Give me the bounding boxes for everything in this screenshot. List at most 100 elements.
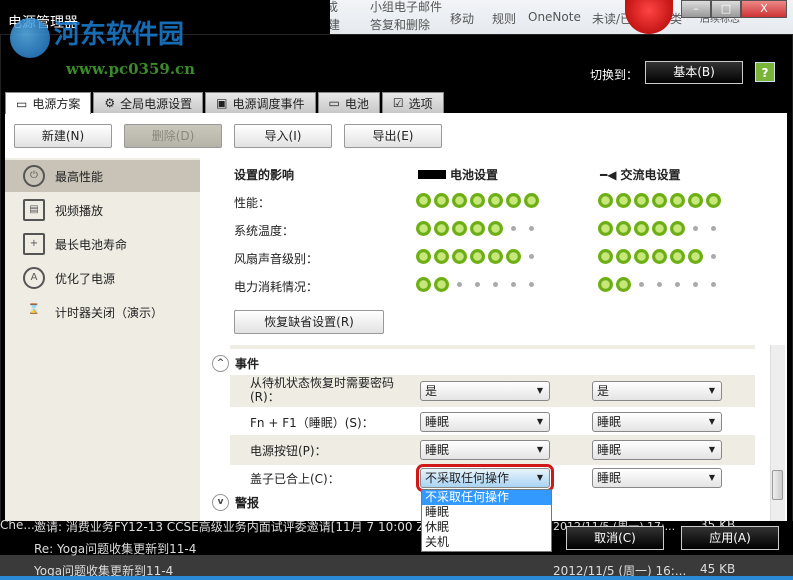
collapse-icon: ^ — [212, 355, 229, 372]
level-dot-empty — [506, 221, 521, 236]
battery-select[interactable]: 睡眠 ▼ — [420, 440, 550, 460]
battery-level-indicator — [416, 221, 539, 236]
battery-level-indicator — [416, 193, 539, 208]
impact-row-label: 电力消耗情况： — [234, 280, 319, 294]
chevron-down-icon: ▼ — [708, 386, 715, 395]
event-label: 电源按钮(P)： — [250, 444, 327, 458]
ac-select[interactable]: 是 ▼ — [592, 381, 722, 401]
level-dot-filled — [434, 277, 449, 292]
dropdown-option[interactable]: 休眠 — [422, 520, 551, 535]
plan-label: 优化了电源 — [55, 271, 116, 286]
chevron-down-icon: ▼ — [536, 386, 543, 395]
import-button[interactable]: 导入(I) — [234, 124, 332, 148]
level-dot-filled — [488, 249, 503, 264]
plan-label: 视频播放 — [55, 203, 104, 218]
close-button[interactable]: X — [741, 0, 787, 18]
minimize-button[interactable]: – — [681, 0, 711, 18]
tab-options[interactable]: ☑ 选项 — [381, 92, 444, 113]
plan-item-battery-life[interactable]: + 最长电池寿命 — [5, 228, 200, 260]
switch-basic-button[interactable]: 基本(B) — [645, 61, 743, 84]
level-dot-filled — [416, 193, 431, 208]
battery-select-lid[interactable]: 不采取任何操作 ▼ — [416, 464, 554, 492]
delete-button[interactable]: 删除(D) — [124, 124, 222, 148]
plan-item-video[interactable]: ▤ 视频播放 — [5, 194, 200, 226]
battery-level-indicator — [416, 249, 539, 264]
heading-text: 交流电设置 — [620, 168, 681, 182]
ac-level-indicator — [598, 277, 721, 292]
taskbar-edge — [0, 576, 793, 580]
events-header[interactable]: ^ 事件 — [212, 355, 259, 372]
power-icon: ⏻ — [23, 165, 45, 187]
chevron-down-icon: ▼ — [536, 473, 543, 482]
settings-impact: 设置的影响 电池设置 ━◀ 交流电设置 性能： 系统温度： 风扇声音级别： 电力消耗情况… — [200, 158, 770, 343]
level-dot-empty — [688, 221, 703, 236]
level-dot-filled — [688, 249, 703, 264]
battery-level-indicator — [416, 277, 539, 292]
level-dot-empty — [634, 277, 649, 292]
level-dot-filled — [688, 193, 703, 208]
dropdown-option[interactable]: 关机 — [422, 535, 551, 550]
chevron-down-icon: ▼ — [708, 445, 715, 454]
tab-global-settings[interactable]: ⚙ 全局电源设置 — [93, 92, 204, 113]
level-dot-empty — [670, 277, 685, 292]
export-button[interactable]: 导出(E) — [344, 124, 442, 148]
level-dot-filled — [470, 249, 485, 264]
level-dot-filled — [524, 193, 539, 208]
plan-item-max-performance[interactable]: ⏻ 最高性能 — [5, 160, 200, 192]
help-icon[interactable]: ? — [755, 62, 775, 82]
scrollbar-thumb[interactable] — [772, 470, 783, 500]
dropdown-option[interactable]: 睡眠 — [422, 505, 551, 520]
level-dot-filled — [616, 221, 631, 236]
ribbon-item: 答复和删除 — [370, 18, 431, 32]
battery-icon: ▭ — [328, 96, 340, 110]
tab-label: 电源方案 — [32, 97, 81, 111]
level-dot-filled — [452, 193, 467, 208]
apply-button[interactable]: 应用(A) — [681, 526, 779, 550]
window-controls: – □ X — [681, 0, 787, 18]
level-dot-filled — [416, 221, 431, 236]
plan-item-optimized[interactable]: A 优化了电源 — [5, 262, 200, 294]
ribbon-item: 小组电子邮件 — [370, 0, 443, 14]
ac-select[interactable]: 睡眠 ▼ — [592, 440, 722, 460]
level-dot-filled — [616, 249, 631, 264]
level-dot-empty — [706, 249, 721, 264]
tab-label: 电源调度事件 — [232, 96, 305, 111]
level-dot-filled — [598, 249, 613, 264]
battery-plus-icon: + — [23, 233, 45, 255]
tab-battery[interactable]: ▭ 电池 — [317, 92, 380, 113]
dropdown-option[interactable]: 不采取任何操作 — [422, 490, 551, 505]
level-dot-filled — [670, 249, 685, 264]
restore-defaults-button[interactable]: 恢复缺省设置(R) — [234, 310, 384, 334]
level-dot-empty — [652, 277, 667, 292]
battery-select[interactable]: 睡眠 ▼ — [420, 412, 550, 432]
ac-select[interactable]: 睡眠 ▼ — [592, 412, 722, 432]
plug-icon: ━◀ — [600, 168, 617, 182]
plan-item-timer-off[interactable]: ⌛ 计时器关闭（演示） — [5, 296, 200, 328]
tab-bar: ▭ 电源方案 ⚙ 全局电源设置 ▣ 电源调度事件 ▭ 电池 ☑ 选项 — [5, 92, 444, 114]
level-dot-filled — [452, 249, 467, 264]
tab-power-plans[interactable]: ▭ 电源方案 — [5, 92, 92, 114]
event-row: Fn + F1（睡眠）(S)： 睡眠 ▼ 睡眠 ▼ — [230, 407, 755, 437]
plan-list: ⏻ 最高性能 ▤ 视频播放 + 最长电池寿命 A 优化了电源 ⌛ 计时器关闭（演示） — [5, 158, 200, 521]
event-label: 从待机状态恢复时需要密码 (R)： — [250, 376, 395, 404]
level-dot-filled — [634, 221, 649, 236]
expand-icon: v — [212, 494, 229, 511]
level-dot-filled — [470, 193, 485, 208]
cancel-button[interactable]: 取消(C) — [566, 526, 664, 550]
level-dot-filled — [670, 221, 685, 236]
gear-icon: ⚙ — [104, 96, 116, 110]
battery-select[interactable]: 是 ▼ — [420, 381, 550, 401]
tab-schedule-events[interactable]: ▣ 电源调度事件 — [205, 92, 316, 113]
heading-text: 电池设置 — [450, 168, 499, 182]
impact-row-label: 系统温度： — [234, 224, 295, 238]
maximize-button[interactable]: □ — [711, 0, 741, 18]
plan-label: 计时器关闭（演示） — [55, 305, 164, 320]
level-dot-empty — [470, 277, 485, 292]
level-dot-empty — [688, 277, 703, 292]
alerts-header[interactable]: v 警报 — [212, 494, 259, 511]
new-button[interactable]: 新建(N) — [14, 124, 112, 148]
level-dot-filled — [470, 221, 485, 236]
ac-level-indicator — [598, 193, 721, 208]
prior-row — [230, 345, 755, 349]
ac-select[interactable]: 睡眠 ▼ — [592, 468, 722, 488]
